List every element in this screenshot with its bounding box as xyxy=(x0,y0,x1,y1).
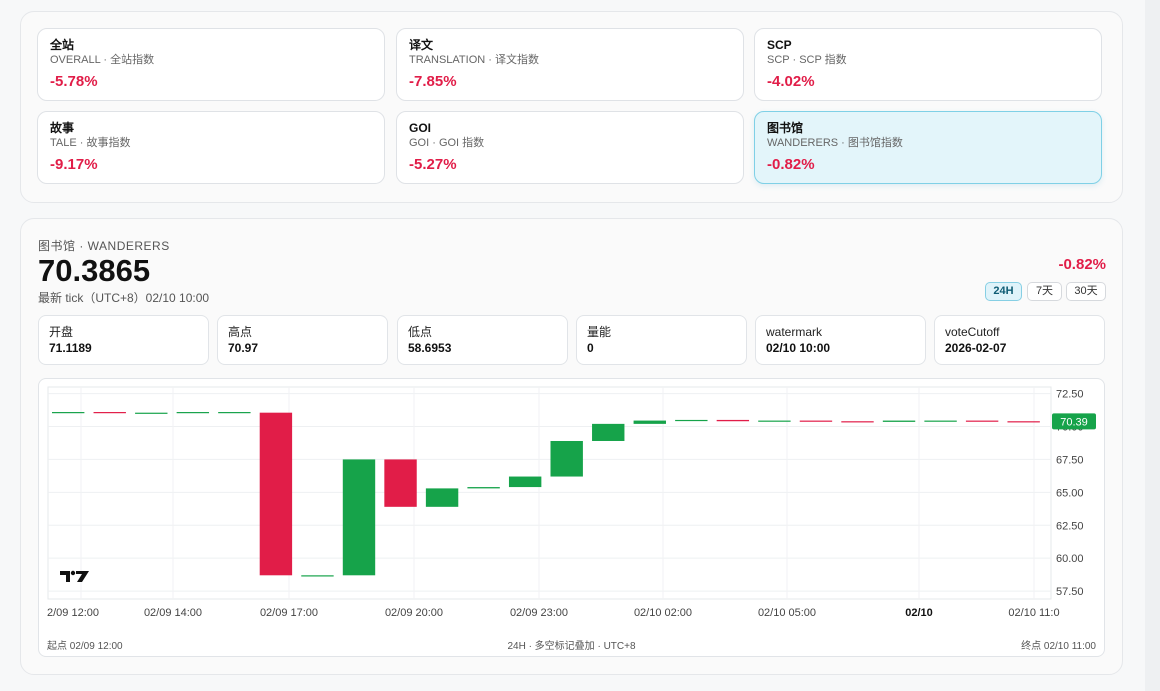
index-card-wanderers[interactable]: 图书馆 WANDERERS · 图书馆指数 -0.82% xyxy=(754,111,1102,184)
plot-area xyxy=(47,386,1052,600)
index-title: 图书馆 xyxy=(767,121,804,135)
index-change: -7.85% xyxy=(409,73,457,90)
x-tick-label: 02/09 23:00 xyxy=(510,607,568,619)
candle xyxy=(758,420,791,422)
stat-high: 高点 70.97 xyxy=(217,315,388,365)
chart-footer-center: 24H · 多空标记叠加 · UTC+8 xyxy=(507,641,636,652)
y-tick-label: 67.50 xyxy=(1056,454,1084,466)
candle xyxy=(799,420,833,422)
index-subtitle: TALE · 故事指数 xyxy=(50,137,131,149)
index-subtitle: GOI · GOI 指数 xyxy=(409,137,485,149)
stat-open: 开盘 71.1189 xyxy=(38,315,209,365)
timeframe-7d-button[interactable]: 7天 xyxy=(1027,282,1062,301)
candle xyxy=(550,440,583,477)
x-tick-label: 02/10 02:00 xyxy=(634,607,692,619)
stat-volume: 量能 0 xyxy=(576,315,747,365)
index-title: SCP xyxy=(767,38,792,52)
chart-canvas[interactable]: 72.5070.0067.5065.0062.5060.0057.5070.39… xyxy=(39,379,1104,656)
candle xyxy=(93,412,126,414)
stat-vote-cutoff: voteCutoff 2026-02-07 xyxy=(934,315,1105,365)
detail-subtitle: 图书馆 · WANDERERS xyxy=(38,239,170,253)
index-card-overall[interactable]: 全站 OVERALL · 全站指数 -5.78% xyxy=(37,28,385,101)
index-card-tale[interactable]: 故事 TALE · 故事指数 -9.17% xyxy=(37,111,385,184)
index-title: 故事 xyxy=(50,121,75,135)
index-change: -4.02% xyxy=(767,73,815,90)
stat-watermark: watermark 02/10 10:00 xyxy=(755,315,926,365)
candle xyxy=(342,459,376,576)
candle xyxy=(301,575,334,577)
index-subtitle: WANDERERS · 图书馆指数 xyxy=(767,137,903,149)
candle xyxy=(882,420,916,422)
candle xyxy=(592,423,625,441)
stat-label: watermark xyxy=(766,325,823,339)
candle xyxy=(218,412,251,414)
candle xyxy=(467,487,500,489)
stat-low: 低点 58.6953 xyxy=(397,315,568,365)
y-tick-label: 72.50 xyxy=(1056,389,1084,401)
index-change: -5.27% xyxy=(409,156,457,173)
stat-label: 量能 xyxy=(587,325,612,339)
index-title: 译文 xyxy=(409,38,434,52)
scrollbar[interactable] xyxy=(1145,0,1160,691)
candle xyxy=(633,420,666,424)
index-subtitle: TRANSLATION · 译文指数 xyxy=(409,54,539,66)
index-card-scp[interactable]: SCP SCP · SCP 指数 -4.02% xyxy=(754,28,1102,101)
candlestick-chart[interactable]: 72.5070.0067.5065.0062.5060.0057.5070.39… xyxy=(38,378,1105,657)
stat-value: 2026-02-07 xyxy=(945,341,1007,355)
stat-value: 0 xyxy=(587,341,594,355)
stat-label: 低点 xyxy=(408,325,433,339)
x-tick-label: 02/10 05:00 xyxy=(758,607,816,619)
candle xyxy=(675,419,708,422)
candle xyxy=(965,420,999,422)
index-title: GOI xyxy=(409,121,432,135)
y-tick-label: 65.00 xyxy=(1056,487,1084,499)
candle xyxy=(508,476,542,488)
index-subtitle: SCP · SCP 指数 xyxy=(767,54,847,66)
x-tick-label: 02/10 11:0 xyxy=(1008,607,1059,619)
candle xyxy=(52,412,85,414)
last-price-label: 70.39 xyxy=(1060,416,1088,428)
candle xyxy=(841,421,874,423)
stat-label: voteCutoff xyxy=(945,325,1000,339)
candle xyxy=(1007,421,1040,423)
candle xyxy=(425,488,459,507)
detail-value: 70.3865 xyxy=(38,253,151,288)
candle xyxy=(384,459,417,507)
x-tick-label: 02/09 17:00 xyxy=(260,607,318,619)
x-tick-label: 02/10 xyxy=(905,607,933,619)
stat-value: 58.6953 xyxy=(408,341,452,355)
candle xyxy=(716,419,750,422)
index-title: 全站 xyxy=(50,38,75,52)
candle xyxy=(259,412,293,576)
y-tick-label: 62.50 xyxy=(1056,520,1084,532)
index-subtitle: OVERALL · 全站指数 xyxy=(50,54,155,66)
index-card-translation[interactable]: 译文 TRANSLATION · 译文指数 -7.85% xyxy=(396,28,744,101)
stat-value: 02/10 10:00 xyxy=(766,341,831,355)
candle xyxy=(924,420,957,422)
detail-change: -0.82% xyxy=(1058,256,1106,273)
y-tick-label: 60.00 xyxy=(1056,553,1084,565)
latest-tick: 最新 tick（UTC+8）02/10 10:00 xyxy=(38,291,210,305)
candle xyxy=(135,412,168,414)
index-change: -9.17% xyxy=(50,156,98,173)
candle xyxy=(176,412,210,414)
stat-label: 高点 xyxy=(228,325,253,339)
stat-value: 71.1189 xyxy=(49,341,92,355)
index-detail-panel: 图书馆 · WANDERERS 70.3865 最新 tick（UTC+8）02… xyxy=(20,218,1123,675)
x-tick-label: 02/09 20:00 xyxy=(385,607,443,619)
x-tick-label: 2/09 12:00 xyxy=(47,607,99,619)
x-tick-label: 02/09 14:00 xyxy=(144,607,202,619)
index-card-goi[interactable]: GOI GOI · GOI 指数 -5.27% xyxy=(396,111,744,184)
index-change: -0.82% xyxy=(767,156,815,173)
index-change: -5.78% xyxy=(50,73,98,90)
stat-value: 70.97 xyxy=(228,341,259,355)
stat-label: 开盘 xyxy=(49,325,74,339)
timeframe-24h-button[interactable]: 24H xyxy=(985,282,1022,301)
index-overview-panel: 全站 OVERALL · 全站指数 -5.78% 译文 TRANSLATION … xyxy=(20,11,1123,203)
chart-footer-end: 终点 02/10 11:00 xyxy=(1021,641,1096,652)
y-tick-label: 57.50 xyxy=(1056,586,1084,598)
timeframe-30d-button[interactable]: 30天 xyxy=(1066,282,1106,301)
